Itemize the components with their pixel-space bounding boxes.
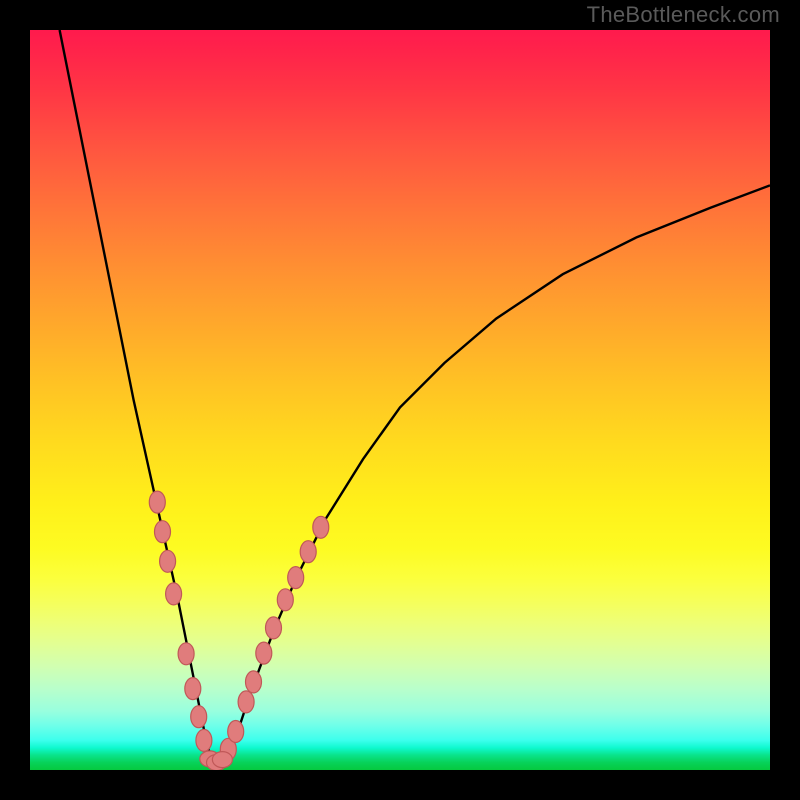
data-dots	[149, 491, 328, 770]
data-dot	[288, 567, 304, 589]
data-dot	[178, 643, 194, 665]
data-dot	[160, 550, 176, 572]
data-dot	[228, 721, 244, 743]
data-dot	[166, 583, 182, 605]
data-dot	[191, 706, 207, 728]
data-dot	[313, 516, 329, 538]
bottleneck-curve	[60, 30, 770, 763]
data-dot	[149, 491, 165, 513]
data-dot	[256, 642, 272, 664]
bottleneck-chart	[30, 30, 770, 770]
data-dot	[185, 678, 201, 700]
data-dot	[277, 589, 293, 611]
watermark-text: TheBottleneck.com	[587, 2, 780, 28]
data-dot	[246, 671, 262, 693]
data-dot	[300, 541, 316, 563]
data-dot	[196, 729, 212, 751]
data-dot	[155, 521, 171, 543]
data-dot	[238, 691, 254, 713]
data-dot	[212, 752, 232, 768]
data-dot	[266, 617, 282, 639]
